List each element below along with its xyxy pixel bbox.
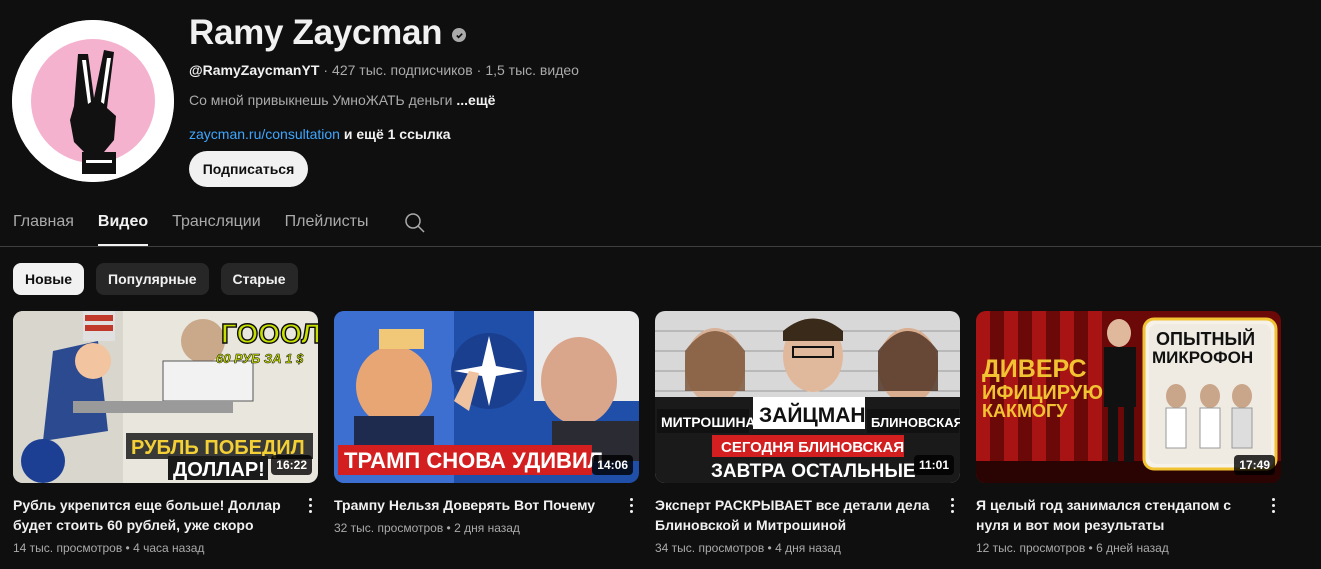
video-age: 4 дня назад xyxy=(775,541,841,555)
search-icon[interactable] xyxy=(404,212,426,234)
description-text: Со мной привыкнешь УмноЖАТЬ деньги xyxy=(189,92,453,108)
channel-name: Ramy Zaycman xyxy=(189,13,443,52)
video-meta: 34 тыс. просмотров • 4 дня назад xyxy=(655,541,960,555)
thumb-text: МИТРОШИНА xyxy=(661,414,756,430)
channel-tabs: Главная Видео Трансляции Плейлисты xyxy=(13,200,392,246)
video-age: 4 часа назад xyxy=(133,541,205,555)
video-title[interactable]: Я целый год занимался стендапом с нуля и… xyxy=(976,495,1258,535)
video-card: ОПЫТНЫЙ МИКРОФОН ДИВЕРС ИФИЦИРУЮ КАКМОГУ… xyxy=(976,311,1281,555)
verified-icon xyxy=(452,28,467,42)
meta-separator: · xyxy=(476,62,482,78)
video-thumbnail[interactable]: ГОООЛ 60 РУБ ЗА 1 $ РУБЛЬ ПОБЕДИЛ ДОЛЛАР… xyxy=(13,311,318,483)
channel-avatar[interactable] xyxy=(12,20,174,182)
video-views: 12 тыс. просмотров xyxy=(976,541,1086,555)
thumb-text: КАКМОГУ xyxy=(982,401,1068,421)
chip-oldest[interactable]: Старые xyxy=(220,263,298,295)
video-card: МИТРОШИНА ЗАЙЦМАН БЛИНОВСКАЯ СЕГОДНЯ БЛИ… xyxy=(655,311,960,555)
video-card: ТРАМП СНОВА УДИВИЛ 14:06 Трампу Нельзя Д… xyxy=(334,311,639,555)
thumb-text: БЛИНОВСКАЯ xyxy=(871,415,960,430)
video-thumbnail[interactable]: МИТРОШИНА ЗАЙЦМАН БЛИНОВСКАЯ СЕГОДНЯ БЛИ… xyxy=(655,311,960,483)
meta-separator: • xyxy=(1088,541,1093,555)
video-thumbnail[interactable]: ТРАМП СНОВА УДИВИЛ 14:06 xyxy=(334,311,639,483)
more-vert-icon[interactable] xyxy=(1265,495,1281,515)
video-duration: 16:22 xyxy=(271,455,312,475)
subscriber-count: 427 тыс. подписчиков xyxy=(332,62,473,78)
peace-hand-logo xyxy=(12,20,174,182)
meta-separator: · xyxy=(323,62,329,78)
tab-playlists[interactable]: Плейлисты xyxy=(285,200,369,246)
meta-separator: • xyxy=(446,521,451,535)
thumb-text: ГОООЛ xyxy=(221,318,318,349)
chip-newest[interactable]: Новые xyxy=(13,263,85,295)
tab-live[interactable]: Трансляции xyxy=(172,200,261,246)
tab-videos[interactable]: Видео xyxy=(97,200,149,246)
sort-chips: Новые Популярные Старые xyxy=(13,263,298,295)
chip-popular[interactable]: Популярные xyxy=(96,263,209,295)
channel-header: Ramy Zaycman @RamyZaycmanYT · 427 тыс. п… xyxy=(189,12,579,142)
thumb-text: 60 РУБ ЗА 1 $ xyxy=(216,351,304,366)
description-more-link[interactable]: ...ещё xyxy=(456,92,495,108)
channel-description[interactable]: Со мной привыкнешь УмноЖАТЬ деньги ...ещ… xyxy=(189,92,579,108)
video-meta: 12 тыс. просмотров • 6 дней назад xyxy=(976,541,1281,555)
more-vert-icon[interactable] xyxy=(623,495,639,515)
video-meta: 14 тыс. просмотров • 4 часа назад xyxy=(13,541,318,555)
subscribe-button[interactable]: Подписаться xyxy=(189,151,308,187)
video-thumbnail[interactable]: ОПЫТНЫЙ МИКРОФОН ДИВЕРС ИФИЦИРУЮ КАКМОГУ… xyxy=(976,311,1281,483)
video-meta: 32 тыс. просмотров • 2 дня назад xyxy=(334,521,639,535)
video-card: ГОООЛ 60 РУБ ЗА 1 $ РУБЛЬ ПОБЕДИЛ ДОЛЛАР… xyxy=(13,311,318,555)
video-duration: 17:49 xyxy=(1234,455,1275,475)
meta-separator: • xyxy=(125,541,130,555)
thumb-text: ОПЫТНЫЙ xyxy=(1156,328,1255,349)
channel-link[interactable]: zaycman.ru/consultation xyxy=(189,126,340,142)
more-vert-icon[interactable] xyxy=(302,495,318,515)
video-views: 14 тыс. просмотров xyxy=(13,541,123,555)
meta-separator: • xyxy=(767,541,772,555)
video-views: 34 тыс. просмотров xyxy=(655,541,765,555)
video-views: 32 тыс. просмотров xyxy=(334,521,444,535)
video-duration: 11:01 xyxy=(913,455,954,475)
thumb-text: ЗАЙЦМАН xyxy=(759,403,866,427)
video-title[interactable]: Эксперт РАСКРЫВАЕТ все детали дела Блино… xyxy=(655,495,937,535)
thumb-text: ЗАВТРА ОСТАЛЬНЫЕ xyxy=(711,461,916,482)
video-title[interactable]: Рубль укрепится еще больше! Доллар будет… xyxy=(13,495,295,535)
thumb-text: ТРАМП СНОВА УДИВИЛ xyxy=(344,448,603,473)
thumb-text: ДИВЕРС xyxy=(982,355,1087,383)
more-links[interactable]: и ещё 1 ссылка xyxy=(344,126,451,142)
video-duration: 14:06 xyxy=(592,455,633,475)
video-age: 6 дней назад xyxy=(1096,541,1169,555)
thumb-text: ДОЛЛАР! xyxy=(173,459,265,481)
video-grid: ГОООЛ 60 РУБ ЗА 1 $ РУБЛЬ ПОБЕДИЛ ДОЛЛАР… xyxy=(13,311,1281,555)
thumb-text: МИКРОФОН xyxy=(1152,348,1253,367)
thumb-text: СЕГОДНЯ БЛИНОВСКАЯ xyxy=(721,439,904,456)
video-age: 2 дня назад xyxy=(454,521,520,535)
tabs-divider xyxy=(0,246,1321,247)
tab-home[interactable]: Главная xyxy=(13,200,74,246)
video-count: 1,5 тыс. видео xyxy=(485,62,579,78)
video-title[interactable]: Трампу Нельзя Доверять Вот Почему xyxy=(334,495,616,515)
channel-handle: @RamyZaycmanYT xyxy=(189,62,320,78)
more-vert-icon[interactable] xyxy=(944,495,960,515)
